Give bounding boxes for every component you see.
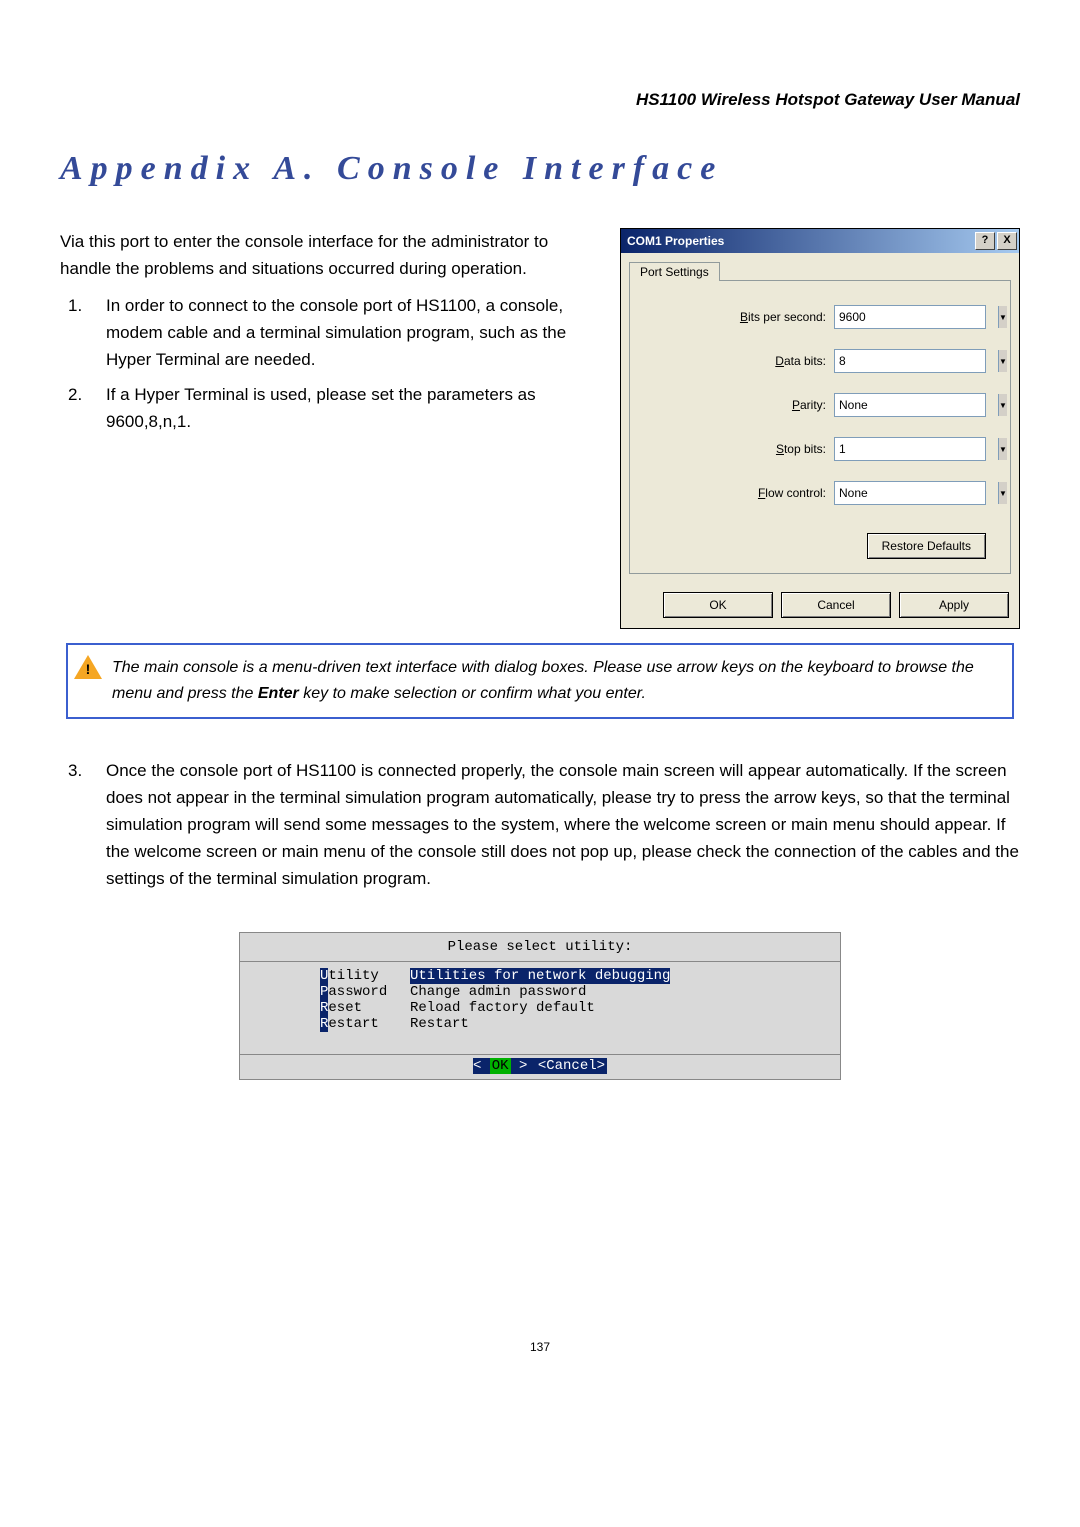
stop-bits-value[interactable] [835,438,998,460]
terminal-screenshot: Please select utility: Utility Utilities… [239,932,841,1080]
note-text: The main console is a menu-driven text i… [108,645,1012,717]
list-num-3: 3. [60,757,106,892]
restore-defaults-button[interactable]: Restore Defaults [867,533,986,559]
parity-label: Parity: [654,398,834,412]
data-bits-value[interactable] [835,350,998,372]
note-box: The main console is a menu-driven text i… [66,643,1014,719]
flow-control-label: Flow control: [654,486,834,500]
document-header: HS1100 Wireless Hotspot Gateway User Man… [60,90,1020,110]
menu-row-password[interactable]: Password Change admin password [320,984,832,1000]
chevron-down-icon[interactable]: ▼ [998,394,1007,416]
terminal-header: Please select utility: [240,933,840,962]
list-text-2: If a Hyper Terminal is used, please set … [106,381,600,435]
help-button[interactable]: ? [975,232,995,250]
com1-properties-dialog: COM1 Properties ? X Port Settings Bits p… [620,228,1020,629]
list-item-1: 1. In order to connect to the console po… [60,292,600,373]
terminal-ok-button[interactable]: OK [490,1058,511,1074]
chevron-down-icon[interactable]: ▼ [998,306,1007,328]
parity-select[interactable]: ▼ [834,393,986,417]
parity-value[interactable] [835,394,998,416]
ok-button[interactable]: OK [663,592,773,618]
terminal-footer: < OK > <Cancel> [240,1054,840,1079]
page-number: 137 [0,1340,1080,1354]
list-text-1: In order to connect to the console port … [106,292,600,373]
flow-control-value[interactable] [835,482,998,504]
menu-row-utility[interactable]: Utility Utilities for network debugging [320,968,832,984]
tab-port-settings[interactable]: Port Settings [629,262,720,281]
list-num-1: 1. [60,292,106,373]
list-text-3: Once the console port of HS1100 is conne… [106,757,1020,892]
stop-bits-select[interactable]: ▼ [834,437,986,461]
close-button[interactable]: X [997,232,1017,250]
dialog-title: COM1 Properties [627,234,973,248]
dialog-titlebar: COM1 Properties ? X [621,229,1019,253]
list-num-2: 2. [60,381,106,435]
bits-per-second-select[interactable]: ▼ [834,305,986,329]
chevron-down-icon[interactable]: ▼ [998,350,1007,372]
warning-icon [68,645,108,717]
stop-bits-label: Stop bits: [654,442,834,456]
bits-per-second-value[interactable] [835,306,998,328]
list-item-3: 3. Once the console port of HS1100 is co… [60,757,1020,892]
data-bits-label: Data bits: [654,354,834,368]
flow-control-select[interactable]: ▼ [834,481,986,505]
bits-per-second-label: Bits per second: [654,310,834,324]
intro-paragraph: Via this port to enter the console inter… [60,228,600,282]
menu-row-reset[interactable]: Reset Reload factory default [320,1000,832,1016]
chevron-down-icon[interactable]: ▼ [998,482,1007,504]
apply-button[interactable]: Apply [899,592,1009,618]
appendix-title: Appendix A. Console Interface [60,150,1020,188]
list-item-2: 2. If a Hyper Terminal is used, please s… [60,381,600,435]
terminal-cancel-button[interactable]: <Cancel> [536,1058,607,1074]
menu-row-restart[interactable]: Restart Restart [320,1016,832,1032]
data-bits-select[interactable]: ▼ [834,349,986,373]
terminal-menu: Utility Utilities for network debugging … [240,962,840,1054]
cancel-button[interactable]: Cancel [781,592,891,618]
chevron-down-icon[interactable]: ▼ [998,438,1007,460]
